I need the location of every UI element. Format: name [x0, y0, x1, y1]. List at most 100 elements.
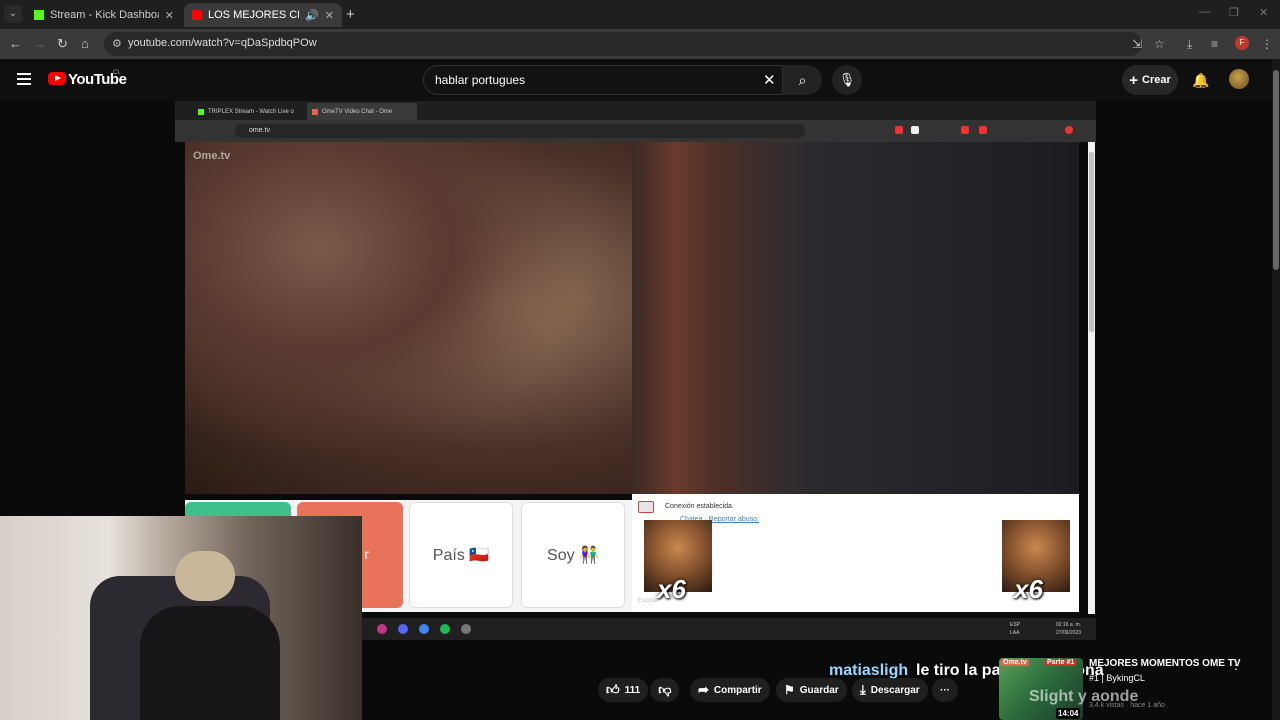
gender-filter-button: Soy 👫: [521, 502, 625, 608]
spotify-icon: [440, 624, 450, 634]
search-query: hablar portugues: [435, 73, 526, 87]
notifications-bell-icon[interactable]: 🔔: [1192, 72, 1209, 89]
site-info-icon[interactable]: ⚙: [112, 37, 122, 50]
thumb-ometv-tag: Ome.tv: [1001, 659, 1029, 666]
kick-favicon-icon: [198, 108, 204, 115]
youtube-favicon-icon: [192, 10, 202, 20]
tab-youtube-video[interactable]: LOS MEJORES CLIPS DEL 20 🔊 ✕: [184, 3, 342, 27]
recommended-video-meta: 3,4 k vistas · hace 1 año: [1089, 702, 1165, 709]
download-button[interactable]: ⤓ Descargar: [852, 678, 928, 702]
home-icon[interactable]: ⌂: [81, 36, 89, 51]
microphone-icon: 🎙: [838, 72, 856, 87]
share-label: Compartir: [713, 684, 762, 696]
keyboard-lang-sub: LAA: [1010, 630, 1020, 636]
thumbs-up-icon: 👍︎: [606, 682, 620, 697]
voice-search-button[interactable]: 🎙: [832, 65, 862, 95]
kick-favicon-icon: [34, 10, 44, 20]
address-bar[interactable]: ⚙ youtube.com/watch?v=qDaSpdbqPOw: [104, 32, 1142, 56]
youtube-logo-icon[interactable]: [48, 72, 66, 85]
video-duration: 14:04: [1056, 708, 1081, 719]
recommended-video-title[interactable]: MEJORES MOMENTOS OME TV: [1089, 658, 1241, 669]
country-code: CL: [113, 70, 121, 76]
audio-icon[interactable]: 🔊: [305, 9, 319, 22]
streamer-facecam: [0, 516, 362, 720]
plus-icon: +: [1129, 71, 1138, 89]
save-label: Guardar: [799, 684, 839, 696]
youtube-header: YouTube CL hablar portugues ✕ ⌕ 🎙 + Crea…: [0, 59, 1280, 101]
close-tab-icon[interactable]: ✕: [325, 9, 334, 22]
tab-search-button[interactable]: ⌄: [4, 5, 22, 23]
bookmark-icon: ⚑: [784, 683, 795, 697]
share-button[interactable]: ➦ Compartir: [690, 678, 770, 702]
chat-status: Conexión establecida.: [665, 503, 734, 510]
tab-title: Stream - Kick Dashboard: [50, 9, 159, 21]
taskbar-time: 02:16 a. m.: [1056, 622, 1082, 628]
inner-url-text: ome.tv: [249, 127, 271, 134]
inner-scrollbar-thumb: [1089, 152, 1094, 332]
share-group: ➦ Compartir: [690, 678, 770, 702]
browser-menu-icon[interactable]: ⋮: [1261, 37, 1273, 51]
new-tab-button[interactable]: +: [346, 6, 355, 23]
browser-tabbar: ⌄ Stream - Kick Dashboard ✕ LOS MEJORES …: [0, 0, 1280, 29]
thumbs-down-icon: 👎︎: [658, 682, 672, 697]
like-dislike-group: 👍︎ 111 👎︎: [598, 678, 680, 702]
tab-title: LOS MEJORES CLIPS DEL 20: [208, 9, 299, 21]
app-icon: [461, 624, 471, 634]
stop-label-fragment: r: [364, 546, 369, 562]
downloads-icon[interactable]: ⤓: [1187, 37, 1192, 52]
like-count: 111: [624, 684, 641, 696]
reload-icon[interactable]: ↻: [57, 36, 68, 52]
thumb-part-tag: Parte #1: [1045, 659, 1077, 666]
account-avatar[interactable]: [1229, 69, 1249, 89]
multiplier-left: x6: [657, 574, 686, 604]
restore-icon[interactable]: ❐: [1229, 6, 1239, 19]
like-button[interactable]: 👍︎ 111: [598, 678, 649, 702]
back-icon[interactable]: ←: [9, 36, 22, 51]
inner-profile-icon: [1065, 126, 1073, 134]
more-icon: ···: [940, 684, 950, 696]
inner-url: ome.tv: [235, 124, 805, 138]
save-button[interactable]: ⚑ Guardar: [776, 678, 847, 702]
search-button[interactable]: ⌕: [783, 65, 822, 95]
profile-avatar[interactable]: F: [1235, 36, 1249, 50]
clear-search-icon[interactable]: ✕: [763, 71, 776, 89]
download-group: ⤓ Descargar: [852, 678, 928, 702]
more-actions-button[interactable]: ···: [932, 678, 958, 702]
minimize-icon[interactable]: —: [1199, 6, 1210, 18]
extension-icon: [911, 126, 919, 134]
page-scrollbar-thumb[interactable]: [1273, 70, 1279, 270]
video-inner-addressbar: ome.tv: [175, 120, 1096, 142]
recommended-video-channel[interactable]: #1 | BykingCL: [1089, 673, 1145, 683]
install-icon[interactable]: ⇲: [1132, 37, 1142, 51]
keyboard-lang: ESP: [1010, 622, 1021, 628]
video-inner-tabbar: TRIPLEX Stream - Watch Live o OmeTV Vide…: [175, 101, 1096, 120]
url-text: youtube.com/watch?v=qDaSpdbqPOw: [128, 37, 317, 49]
close-tab-icon[interactable]: ✕: [165, 9, 174, 22]
ometv-favicon-icon: [312, 108, 318, 115]
forward-icon[interactable]: →: [33, 36, 46, 51]
discord-icon: [398, 624, 408, 634]
more-group: ···: [932, 678, 958, 702]
create-button[interactable]: + Crear: [1122, 65, 1178, 95]
facecam-cap: [175, 551, 235, 601]
bookmark-star-icon[interactable]: ☆: [1154, 37, 1165, 51]
recommended-more-icon[interactable]: ⋮: [1230, 658, 1242, 672]
chrome-icon: [419, 624, 429, 634]
inner-tab-title: OmeTV Video Chat - Ome: [322, 108, 393, 115]
close-window-icon[interactable]: ✕: [1259, 6, 1268, 19]
extension-icon: [961, 126, 969, 134]
multiplier-right: x6: [1014, 574, 1043, 604]
tab-kick-dashboard[interactable]: Stream - Kick Dashboard ✕: [26, 3, 182, 27]
inner-taskbar: [362, 618, 1096, 640]
streamer-camera-feed: [632, 142, 1079, 494]
ometv-logo: Ome.tv: [193, 150, 231, 162]
instagram-icon: [377, 624, 387, 634]
dislike-button[interactable]: 👎︎: [650, 678, 680, 702]
country-filter-button: País 🇨🇱: [409, 502, 513, 608]
media-controls-icon[interactable]: ≡: [1211, 37, 1218, 51]
menu-icon[interactable]: [17, 73, 31, 85]
create-label: Crear: [1142, 74, 1171, 86]
chat-input-placeholder: Escribe: [638, 598, 659, 604]
search-input[interactable]: hablar portugues ✕: [423, 65, 783, 95]
download-icon: ⤓: [860, 682, 866, 697]
